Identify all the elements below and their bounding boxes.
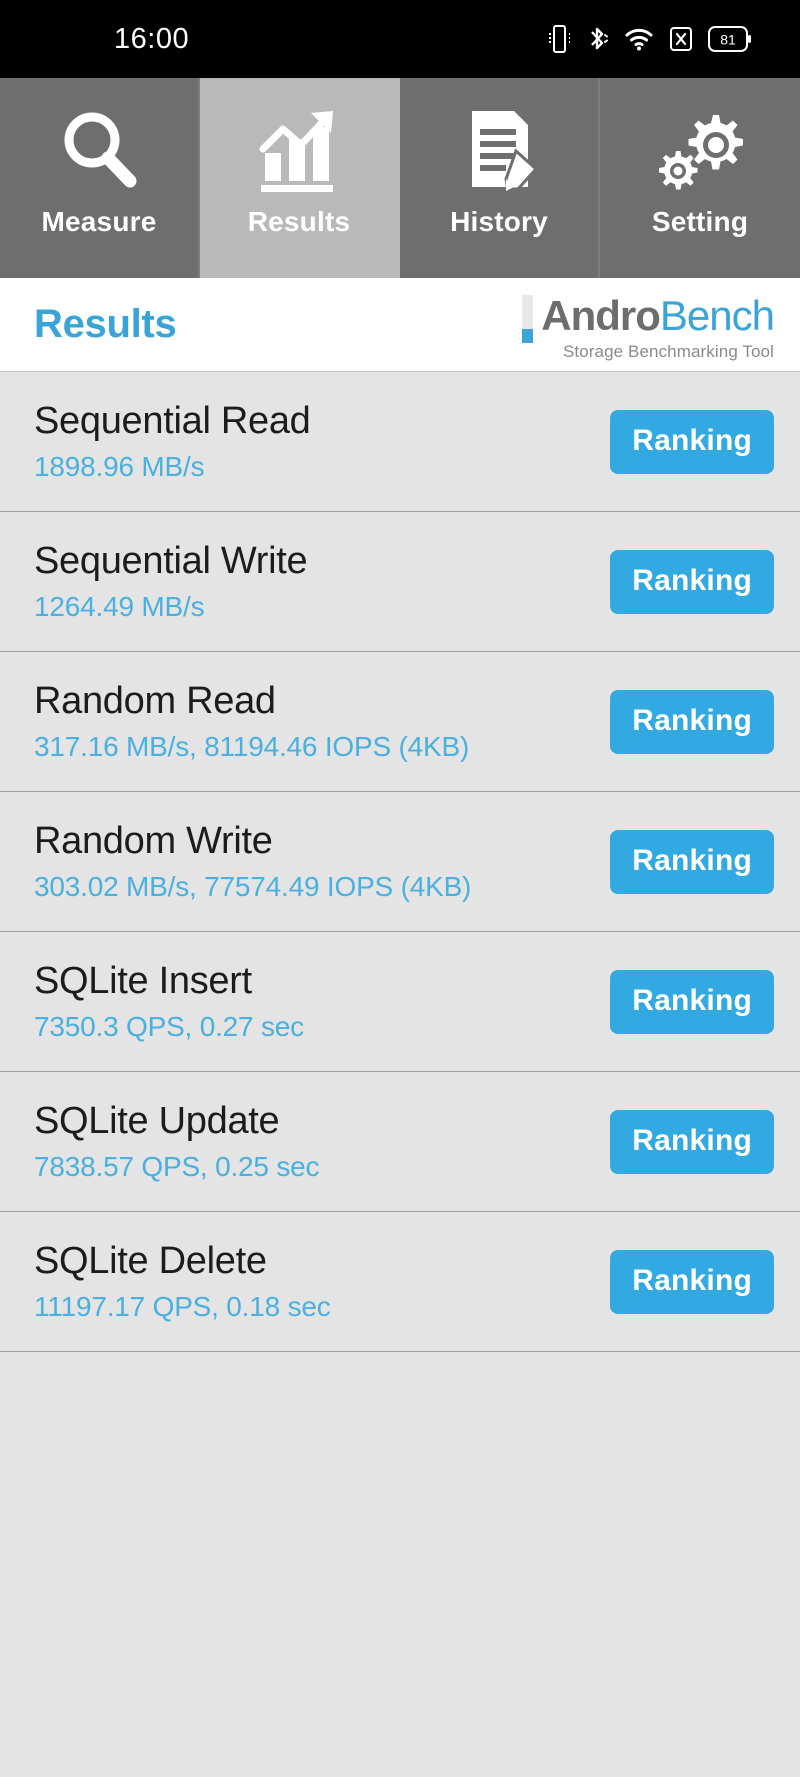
- result-text-group: Random Read 317.16 MB/s, 81194.46 IOPS (…: [34, 680, 469, 762]
- result-name: Sequential Read: [34, 400, 311, 443]
- battery-icon: 81: [708, 26, 752, 52]
- main-tab-bar: Measure Results History Setting: [0, 78, 800, 278]
- tab-results[interactable]: Results: [200, 78, 400, 278]
- ranking-button[interactable]: Ranking: [610, 409, 774, 474]
- status-icon-tray: 81: [548, 24, 762, 54]
- result-value: 1264.49 MB/s: [34, 590, 205, 622]
- result-name: SQLite Delete: [34, 1240, 267, 1283]
- ranking-button[interactable]: Ranking: [610, 969, 774, 1034]
- bar-chart-icon: [253, 104, 345, 196]
- tab-setting[interactable]: Setting: [600, 78, 800, 278]
- result-name: SQLite Update: [34, 1100, 280, 1143]
- tab-measure[interactable]: Measure: [0, 78, 200, 278]
- sim-disabled-icon: [669, 25, 693, 53]
- tab-label: Measure: [41, 206, 157, 237]
- tab-label: History: [450, 206, 548, 237]
- result-text-group: SQLite Delete 11197.17 QPS, 0.18 sec: [34, 1240, 331, 1322]
- ranking-button[interactable]: Ranking: [610, 1249, 774, 1314]
- result-text-group: SQLite Insert 7350.3 QPS, 0.27 sec: [34, 960, 304, 1042]
- app-window: 16:00 81 Measure Results History Setting…: [0, 0, 800, 1777]
- vibrate-icon: [548, 24, 570, 54]
- result-name: Random Write: [34, 820, 273, 863]
- result-value: 7350.3 QPS, 0.27 sec: [34, 1010, 304, 1042]
- tab-label: Results: [247, 206, 351, 237]
- result-value: 7838.57 QPS, 0.25 sec: [34, 1150, 320, 1182]
- ranking-button[interactable]: Ranking: [610, 549, 774, 614]
- page-title: Results: [34, 302, 177, 346]
- result-name: Random Read: [34, 680, 276, 723]
- result-text-group: Random Write 303.02 MB/s, 77574.49 IOPS …: [34, 820, 471, 902]
- gears-icon: [655, 104, 745, 196]
- status-bar: 16:00 81: [0, 0, 800, 78]
- battery-level-text: 81: [720, 32, 736, 48]
- magnifier-icon: [56, 104, 142, 196]
- result-value: 303.02 MB/s, 77574.49 IOPS (4KB): [34, 870, 472, 902]
- result-name: SQLite Insert: [34, 960, 252, 1003]
- result-text-group: Sequential Write 1264.49 MB/s: [34, 540, 308, 622]
- ranking-button[interactable]: Ranking: [610, 689, 774, 754]
- table-row[interactable]: Random Read 317.16 MB/s, 81194.46 IOPS (…: [0, 652, 800, 792]
- table-row[interactable]: Random Write 303.02 MB/s, 77574.49 IOPS …: [0, 792, 800, 932]
- table-row[interactable]: SQLite Update 7838.57 QPS, 0.25 sec Rank…: [0, 1072, 800, 1212]
- result-text-group: Sequential Read 1898.96 MB/s: [34, 400, 311, 482]
- table-row[interactable]: SQLite Delete 11197.17 QPS, 0.18 sec Ran…: [0, 1212, 800, 1352]
- app-logo: Andro Bench Storage Benchmarking Tool: [522, 288, 775, 362]
- document-edit-icon: [456, 104, 542, 196]
- wifi-icon: [624, 24, 654, 54]
- result-name: Sequential Write: [34, 540, 308, 583]
- page-header: Results Andro Bench Storage Benchmarking …: [0, 278, 800, 372]
- table-row[interactable]: Sequential Read 1898.96 MB/s Ranking: [0, 372, 800, 512]
- result-value: 317.16 MB/s, 81194.46 IOPS (4KB): [34, 730, 470, 762]
- logo-mark-icon: [522, 294, 534, 343]
- tab-label: Setting: [651, 206, 749, 237]
- results-list: Sequential Read 1898.96 MB/s Ranking Seq…: [0, 372, 800, 1777]
- result-text-group: SQLite Update 7838.57 QPS, 0.25 sec: [34, 1100, 320, 1182]
- table-row[interactable]: Sequential Write 1264.49 MB/s Ranking: [0, 512, 800, 652]
- table-row[interactable]: SQLite Insert 7350.3 QPS, 0.27 sec Ranki…: [0, 932, 800, 1072]
- result-value: 11197.17 QPS, 0.18 sec: [34, 1290, 331, 1322]
- ranking-button[interactable]: Ranking: [610, 1109, 774, 1174]
- status-clock: 16:00: [114, 22, 190, 55]
- brand-tagline: Storage Benchmarking Tool: [562, 341, 774, 361]
- tab-history[interactable]: History: [400, 78, 600, 278]
- brand-name-secondary: Bench: [659, 291, 775, 339]
- ranking-button[interactable]: Ranking: [610, 829, 774, 894]
- result-value: 1898.96 MB/s: [34, 450, 205, 482]
- brand-name-primary: Andro: [541, 291, 661, 339]
- bluetooth-icon: [585, 24, 609, 54]
